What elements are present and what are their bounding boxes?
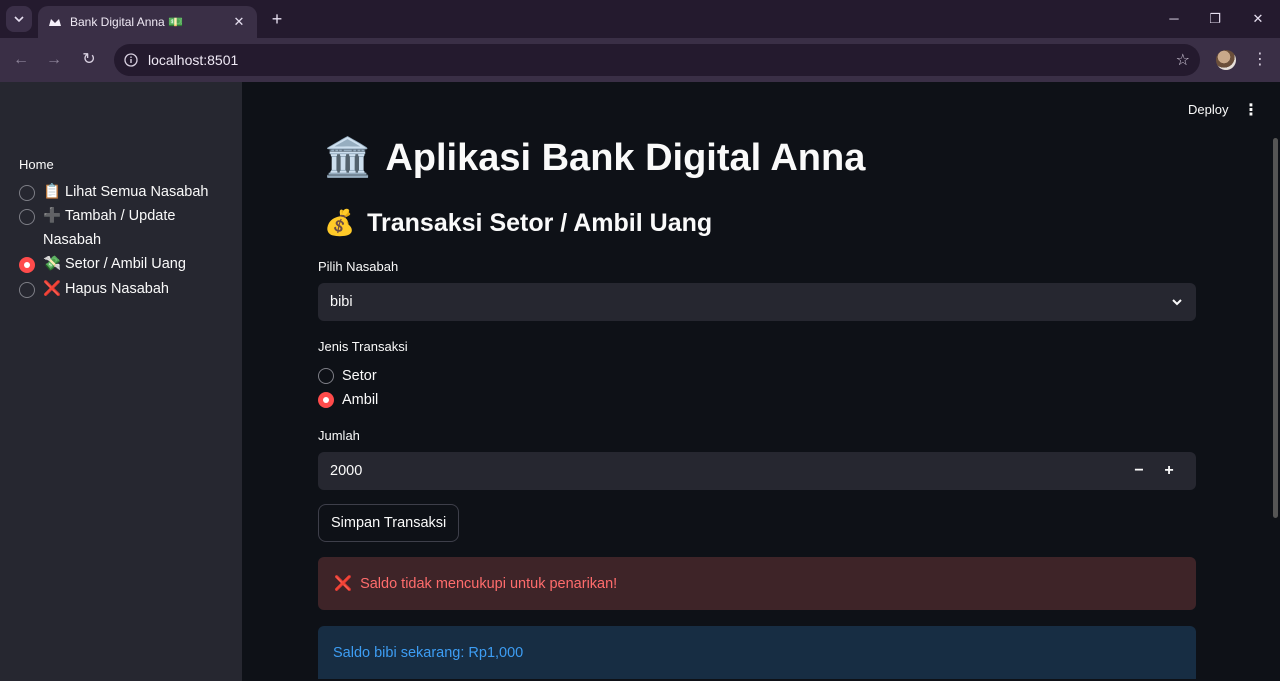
- radio-option-setor[interactable]: Setor: [318, 367, 377, 384]
- url-text: localhost:8501: [148, 52, 239, 68]
- section-title-text: Transaksi Setor / Ambil Uang: [367, 209, 713, 237]
- chevron-down-icon: [1172, 299, 1182, 306]
- cross-mark-icon: ❌: [43, 281, 62, 297]
- forward-icon[interactable]: →: [42, 48, 66, 72]
- radio-option-label: Setor: [342, 367, 377, 384]
- browser-tab[interactable]: Bank Digital Anna 💵 ✕: [38, 6, 257, 38]
- tab-list-button[interactable]: [6, 6, 32, 32]
- sidebar-item-lihat-semua[interactable]: 📋 Lihat Semua Nasabah: [19, 184, 219, 204]
- money-wings-icon: 💸: [43, 256, 62, 272]
- close-tab-icon[interactable]: ✕: [231, 14, 247, 30]
- radio-option-label: Ambil: [342, 391, 379, 408]
- site-info-icon[interactable]: [124, 53, 138, 67]
- minimize-icon[interactable]: ─: [1162, 8, 1186, 30]
- nasabah-label: Pilih Nasabah: [318, 259, 399, 274]
- profile-avatar[interactable]: [1216, 50, 1236, 70]
- cross-mark-icon: ❌: [334, 576, 353, 592]
- sidebar-item-label: Hapus Nasabah: [65, 281, 169, 297]
- money-bag-icon: 💰: [324, 209, 356, 237]
- clipboard-icon: 📋: [43, 184, 62, 200]
- sidebar-item-hapus[interactable]: ❌ Hapus Nasabah: [19, 281, 219, 301]
- address-bar[interactable]: localhost:8501 ☆: [114, 44, 1200, 76]
- browser-tabbar: Bank Digital Anna 💵 ✕ + ─ ❐ ✕: [0, 0, 1280, 38]
- nasabah-select-value: bibi: [330, 294, 353, 310]
- bank-building-icon: 🏛️: [324, 137, 372, 179]
- jumlah-value[interactable]: 2000: [330, 463, 1124, 479]
- scrollbar[interactable]: [1273, 138, 1278, 518]
- deploy-button[interactable]: Deploy: [1188, 102, 1228, 117]
- radio-button-selected[interactable]: [318, 392, 334, 408]
- error-alert-text: Saldo tidak mencukupi untuk penarikan!: [360, 575, 618, 592]
- plus-icon: ➕: [43, 208, 62, 224]
- jenis-transaksi-label: Jenis Transaksi: [318, 339, 408, 354]
- sidebar-item-label: Tambah / Update Nasabah: [43, 208, 176, 248]
- section-title: 💰 Transaksi Setor / Ambil Uang: [324, 209, 712, 238]
- streamlit-favicon-icon: [49, 19, 61, 26]
- browser-menu-icon[interactable]: ⋮: [1252, 48, 1268, 72]
- page-title-text: Aplikasi Bank Digital Anna: [385, 136, 866, 179]
- sidebar-item-setor-ambil[interactable]: 💸 Setor / Ambil Uang: [19, 256, 219, 276]
- radio-option-ambil[interactable]: Ambil: [318, 391, 378, 408]
- sidebar-radio-label: Home: [19, 157, 54, 172]
- close-window-icon[interactable]: ✕: [1246, 8, 1270, 30]
- radio-button[interactable]: [19, 209, 35, 225]
- app-menu-icon[interactable]: ⋮: [1243, 100, 1259, 120]
- sidebar-item-tambah-update[interactable]: ➕ Tambah / Update Nasabah: [19, 208, 219, 252]
- simpan-transaksi-button[interactable]: Simpan Transaksi: [318, 504, 460, 542]
- radio-button[interactable]: [19, 282, 35, 298]
- radio-button[interactable]: [318, 368, 334, 384]
- browser-toolbar: ← → ↻ localhost:8501 ☆ ⋮: [0, 38, 1280, 82]
- info-alert-text: Saldo bibi sekarang: Rp1,000: [333, 644, 524, 661]
- increment-button[interactable]: +: [1154, 462, 1184, 480]
- jumlah-label: Jumlah: [318, 428, 360, 443]
- tab-title: Bank Digital Anna 💵: [70, 15, 184, 29]
- sidebar-item-label: Lihat Semua Nasabah: [65, 184, 209, 200]
- bookmark-star-icon[interactable]: ☆: [1176, 50, 1190, 70]
- back-icon[interactable]: ←: [9, 48, 33, 72]
- jumlah-number-input[interactable]: 2000 − +: [318, 452, 1196, 490]
- error-alert: ❌ Saldo tidak mencukupi untuk penarikan!: [318, 557, 1196, 610]
- new-tab-button[interactable]: +: [266, 8, 288, 30]
- page-title: 🏛️ Aplikasi Bank Digital Anna: [324, 136, 865, 180]
- radio-button[interactable]: [19, 185, 35, 201]
- nasabah-select[interactable]: bibi: [318, 283, 1196, 321]
- restore-icon[interactable]: ❐: [1203, 8, 1227, 30]
- radio-button-selected[interactable]: [19, 257, 35, 273]
- info-alert: Saldo bibi sekarang: Rp1,000: [318, 626, 1196, 679]
- reload-icon[interactable]: ↻: [77, 48, 101, 72]
- chevron-down-icon: [14, 16, 24, 23]
- sidebar-item-label: Setor / Ambil Uang: [65, 256, 186, 272]
- decrement-button[interactable]: −: [1124, 462, 1154, 480]
- sidebar: Home 📋 Lihat Semua Nasabah ➕ Tambah / Upda…: [0, 82, 242, 681]
